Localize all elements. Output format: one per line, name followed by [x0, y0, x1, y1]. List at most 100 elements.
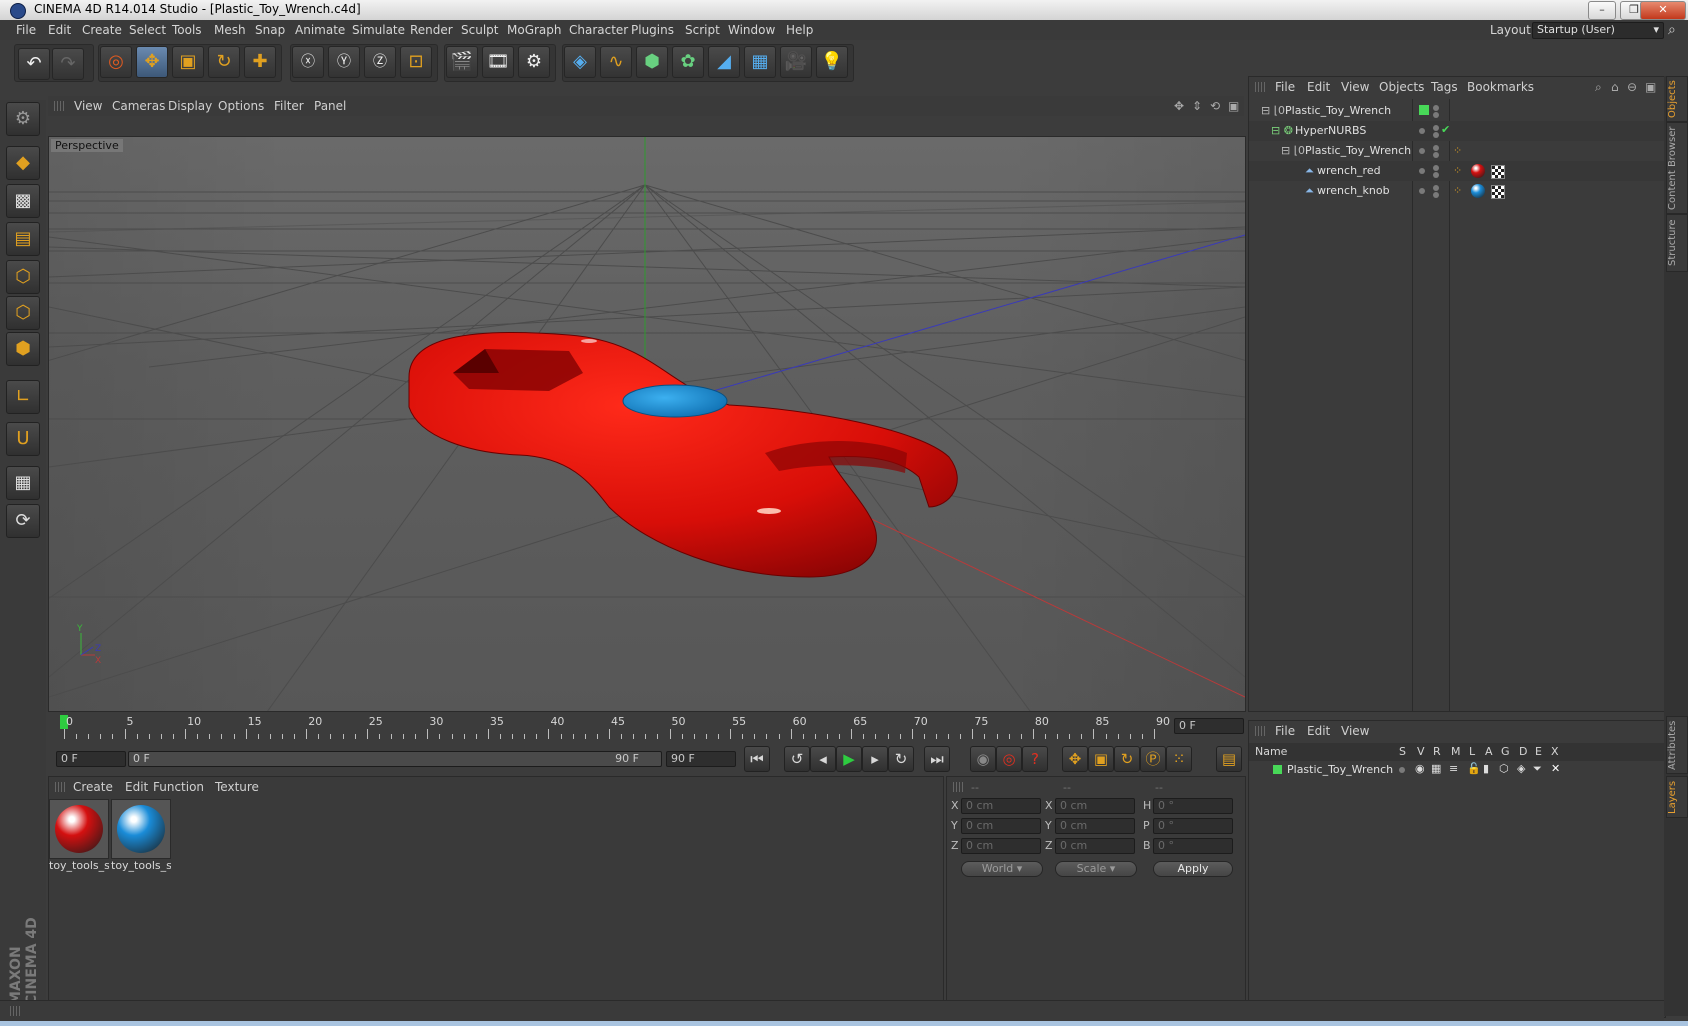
layer-col-render[interactable]: R	[1433, 745, 1441, 758]
nurbs-button[interactable]: ⬢	[636, 46, 668, 78]
record-keys-button[interactable]: ◉	[970, 746, 996, 772]
tab-objects[interactable]: Objects	[1666, 76, 1688, 122]
visibility-dot[interactable]	[1419, 188, 1425, 194]
next-key-button[interactable]: ↻	[888, 746, 914, 772]
workplane-mode-button[interactable]: ▤	[6, 222, 40, 256]
menu-sculpt[interactable]: Sculpt	[461, 23, 498, 37]
lock-icon[interactable]: 🔓	[1467, 762, 1481, 775]
render-dot[interactable]	[1433, 112, 1439, 118]
go-to-end-button[interactable]: ⏭	[924, 746, 950, 772]
timeline-ruler[interactable]: 0 5 10 15 20 25 30 35 40 45 50 55 60 65 70 75 80 85 90	[60, 715, 1170, 739]
render-icon[interactable]: ▦	[1431, 762, 1441, 775]
menu-plugins[interactable]: Plugins	[631, 23, 674, 37]
edges-mode-button[interactable]: ⬡	[6, 296, 40, 330]
snap-magnet-button[interactable]: U	[6, 422, 40, 456]
floor-button[interactable]: ▦	[744, 46, 776, 78]
render-view-button[interactable]: 🎬	[446, 46, 478, 78]
move-tool-button[interactable]: ✥	[136, 46, 168, 78]
menu-select[interactable]: Select	[129, 23, 166, 37]
enabled-check-icon[interactable]: ✔	[1441, 123, 1450, 136]
start-frame-field[interactable]: 0 F	[56, 751, 126, 767]
layer-col-manager[interactable]: M	[1451, 745, 1461, 758]
material-tag-blue-icon[interactable]	[1471, 184, 1485, 198]
viewport-menu-panel[interactable]: Panel	[314, 99, 346, 113]
visibility-dot[interactable]	[1419, 168, 1425, 174]
eye-icon[interactable]: ◉	[1415, 762, 1425, 775]
material-menu-function[interactable]: Function	[153, 780, 204, 794]
array-button[interactable]: ✿	[672, 46, 704, 78]
tab-attributes[interactable]: Attributes	[1666, 716, 1688, 774]
spline-button[interactable]: ∿	[600, 46, 632, 78]
key-point-level-button[interactable]: ⁙	[1166, 746, 1192, 772]
camera-button[interactable]: 🎥	[780, 46, 812, 78]
deformer-icon[interactable]: ◈	[1517, 762, 1525, 775]
tree-row[interactable]: ⊟ ❂ HyperNURBS ✔	[1249, 121, 1665, 141]
scale-tool-button[interactable]: ▣	[172, 46, 204, 78]
editor-dot[interactable]	[1433, 165, 1439, 171]
material-menu-edit[interactable]: Edit	[125, 780, 148, 794]
size-x-field[interactable]: 0 cm	[1055, 798, 1135, 814]
toggle-view-icon[interactable]: ▣	[1228, 99, 1239, 113]
render-dot[interactable]	[1433, 172, 1439, 178]
render-picture-viewer-button[interactable]: 🎞	[482, 46, 514, 78]
viewport-menu-display[interactable]: Display	[168, 99, 212, 113]
z-axis-lock-button[interactable]: Ⓩ	[364, 46, 396, 78]
editor-dot[interactable]	[1433, 185, 1439, 191]
live-select-button[interactable]: ◎	[100, 46, 132, 78]
make-editable-button[interactable]: ⚙	[6, 102, 40, 136]
y-axis-lock-button[interactable]: Ⓨ	[328, 46, 360, 78]
layer-col-view[interactable]: V	[1417, 745, 1425, 758]
render-settings-button[interactable]: ⚙	[518, 46, 550, 78]
go-to-start-button[interactable]: ⏮	[744, 746, 770, 772]
material-swatch-red[interactable]	[49, 799, 109, 859]
uvw-tag-icon[interactable]	[1491, 185, 1505, 199]
layer-col-deformers[interactable]: D	[1519, 745, 1527, 758]
tree-row[interactable]: ⏶ wrench_red ⁘	[1249, 161, 1665, 181]
minimize-button[interactable]: –	[1588, 1, 1616, 20]
visibility-dot[interactable]	[1419, 148, 1425, 154]
material-tag-red-icon[interactable]	[1471, 164, 1485, 178]
viewport-menu-cameras[interactable]: Cameras	[112, 99, 165, 113]
rotate-tool-button[interactable]: ↻	[208, 46, 240, 78]
model-mode-button[interactable]: ◆	[6, 146, 40, 180]
viewport-menu-filter[interactable]: Filter	[274, 99, 304, 113]
previous-frame-button[interactable]: ◂	[810, 746, 836, 772]
visibility-dot[interactable]	[1419, 128, 1425, 134]
coord-mode-dropdown[interactable]: World ▾	[961, 861, 1043, 877]
phong-tag-icon[interactable]: ⁘	[1453, 184, 1462, 197]
tab-layers[interactable]: Layers	[1666, 776, 1688, 818]
menu-file[interactable]: File	[16, 23, 36, 37]
manager-icon[interactable]: ≡	[1449, 762, 1458, 775]
redo-button[interactable]: ↷	[52, 48, 84, 80]
layers-menu-view[interactable]: View	[1341, 724, 1369, 738]
menu-window[interactable]: Window	[728, 23, 775, 37]
wrench-knob-model[interactable]	[622, 384, 728, 418]
editor-dot[interactable]	[1433, 145, 1439, 151]
pos-y-field[interactable]: 0 cm	[961, 818, 1041, 834]
material-menu-texture[interactable]: Texture	[215, 780, 259, 794]
objects-menu-tags[interactable]: Tags	[1431, 80, 1458, 94]
soft-selection-button[interactable]: ⟳	[6, 504, 40, 538]
size-y-field[interactable]: 0 cm	[1055, 818, 1135, 834]
render-dot[interactable]	[1433, 192, 1439, 198]
coordinate-system-button[interactable]: ⊡	[400, 46, 432, 78]
objects-menu-view[interactable]: View	[1341, 80, 1369, 94]
search-icon[interactable]: ⌕	[1595, 80, 1602, 95]
menu-edit[interactable]: Edit	[48, 23, 71, 37]
size-z-field[interactable]: 0 cm	[1055, 838, 1135, 854]
cube-object-button[interactable]: ◈	[564, 46, 596, 78]
next-frame-button[interactable]: ▸	[862, 746, 888, 772]
undo-button[interactable]: ↶	[18, 48, 50, 80]
generator-icon[interactable]: ⬡	[1499, 762, 1509, 775]
layer-row[interactable]: Plastic_Toy_Wrench ◉ ▦ ≡ 🔓 ▮ ⬡ ◈ ⏷ ✕	[1249, 761, 1665, 779]
home-icon[interactable]: ⌂	[1611, 80, 1619, 94]
objects-menu-objects[interactable]: Objects	[1379, 80, 1424, 94]
tab-structure[interactable]: Structure	[1666, 214, 1688, 272]
rot-p-field[interactable]: 0 °	[1153, 818, 1233, 834]
animation-icon[interactable]: ▮	[1483, 762, 1489, 775]
play-button[interactable]: ▶	[836, 746, 862, 772]
keyframe-selection-button[interactable]: ?	[1022, 746, 1048, 772]
timeline-window-button[interactable]: ▤	[1216, 746, 1242, 772]
key-position-button[interactable]: ✥	[1062, 746, 1088, 772]
x-axis-lock-button[interactable]: ⓧ	[292, 46, 324, 78]
